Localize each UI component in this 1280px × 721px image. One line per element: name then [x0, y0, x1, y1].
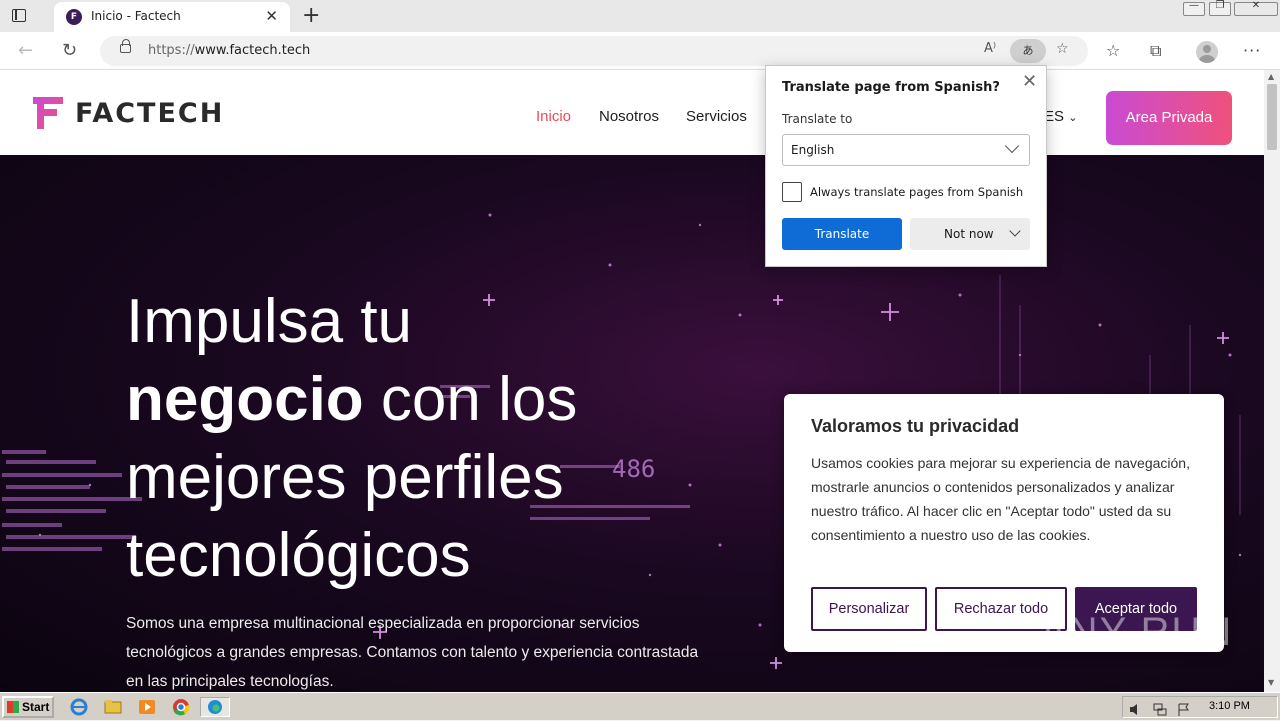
scroll-up-arrow-icon[interactable]: ▲: [1268, 72, 1274, 81]
ie-icon[interactable]: [68, 697, 90, 717]
chevron-down-icon: ⌄: [1068, 112, 1078, 124]
scroll-down-arrow-icon[interactable]: ▼: [1268, 678, 1274, 687]
translate-button[interactable]: Translate: [782, 218, 902, 250]
anyrun-watermark: ANY RUN: [1040, 610, 1234, 654]
nav-servicios[interactable]: Servicios: [686, 108, 747, 125]
address-bar[interactable]: https://www.factech.tech A⁾ あ ☆: [100, 36, 1088, 66]
address-toolbar: ← ↻ https://www.factech.tech A⁾ あ ☆ ☆ ⧉ …: [0, 32, 1280, 70]
close-icon[interactable]: ✕: [1022, 71, 1037, 92]
hero-title: Impulsa tu negocio con los mejores perfi…: [126, 287, 578, 590]
translate-popup-title: Translate page from Spanish?: [782, 80, 1000, 95]
file-explorer-icon[interactable]: [102, 697, 124, 717]
window-close-button[interactable]: ✕: [1234, 0, 1278, 16]
translate-icon[interactable]: あ: [1010, 39, 1046, 63]
tab-title: Inicio - Factech: [91, 9, 181, 23]
add-favorite-icon[interactable]: ☆: [1056, 41, 1069, 57]
site-header: FACTECH Inicio Nosotros Servicios ES ⌄ A…: [0, 70, 1264, 155]
nav-nosotros[interactable]: Nosotros: [599, 108, 659, 125]
volume-icon[interactable]: [1129, 701, 1143, 715]
translate-popup: Translate page from Spanish? ✕ Translate…: [765, 65, 1047, 267]
browser-tab-active[interactable]: F Inicio - Factech ✕: [54, 2, 290, 32]
target-language-select[interactable]: English: [782, 134, 1030, 166]
windows-logo-icon: [7, 701, 19, 713]
system-tray: 3:10 PM: [1122, 696, 1278, 718]
start-button[interactable]: Start: [2, 696, 54, 718]
tab-actions-icon[interactable]: [10, 7, 30, 25]
action-center-flag-icon[interactable]: [1177, 701, 1191, 716]
tab-close-icon[interactable]: ✕: [265, 7, 278, 25]
logo-text[interactable]: FACTECH: [75, 98, 224, 129]
chevron-down-icon: [1004, 138, 1020, 154]
favorites-icon[interactable]: ☆: [1106, 41, 1120, 60]
factech-logo-icon[interactable]: [33, 97, 63, 129]
factech-favicon-icon: F: [66, 9, 82, 25]
collections-icon[interactable]: ⧉: [1150, 41, 1161, 61]
tab-bar: F Inicio - Factech ✕ + — ❐ ✕: [0, 0, 1280, 32]
cookie-title: Valoramos tu privacidad: [811, 416, 1020, 436]
refresh-icon[interactable]: ↻: [62, 40, 77, 61]
always-translate-label[interactable]: Always translate pages from Spanish: [810, 185, 1023, 199]
profile-avatar-icon[interactable]: [1196, 41, 1218, 63]
language-selector[interactable]: ES ⌄: [1044, 108, 1077, 125]
edge-icon[interactable]: [200, 697, 230, 717]
more-menu-icon[interactable]: ···: [1243, 41, 1261, 60]
area-privada-button[interactable]: Area Privada: [1106, 91, 1232, 145]
windows-taskbar: Start 3:10 PM: [0, 692, 1280, 720]
read-aloud-icon[interactable]: A⁾: [984, 41, 996, 56]
translate-to-label: Translate to: [782, 112, 853, 126]
new-tab-button[interactable]: +: [302, 3, 320, 28]
chevron-down-icon[interactable]: [1009, 225, 1021, 237]
url-text[interactable]: https://www.factech.tech: [148, 43, 310, 58]
hero-subtitle: Somos una empresa multinacional especial…: [126, 615, 699, 690]
window-minimize-button[interactable]: —: [1183, 0, 1205, 16]
cookie-body: Usamos cookies para mejorar su experienc…: [811, 455, 1190, 543]
network-icon[interactable]: [1153, 701, 1167, 716]
nav-inicio[interactable]: Inicio: [536, 108, 571, 125]
web-page: FACTECH Inicio Nosotros Servicios ES ⌄ A…: [0, 70, 1264, 692]
scrollbar-thumb[interactable]: [1267, 84, 1277, 150]
always-translate-checkbox[interactable]: [782, 182, 802, 202]
media-player-icon[interactable]: [136, 697, 158, 717]
chrome-icon[interactable]: [170, 697, 192, 717]
not-now-button[interactable]: Not now: [910, 218, 1030, 250]
customize-button[interactable]: Personalizar: [811, 587, 927, 631]
back-arrow-icon[interactable]: ←: [18, 40, 33, 61]
clock[interactable]: 3:10 PM: [1209, 700, 1250, 712]
page-scrollbar[interactable]: ▲ ▼: [1264, 70, 1280, 692]
lock-icon[interactable]: [120, 39, 131, 53]
window-restore-button[interactable]: ❐: [1209, 0, 1231, 16]
